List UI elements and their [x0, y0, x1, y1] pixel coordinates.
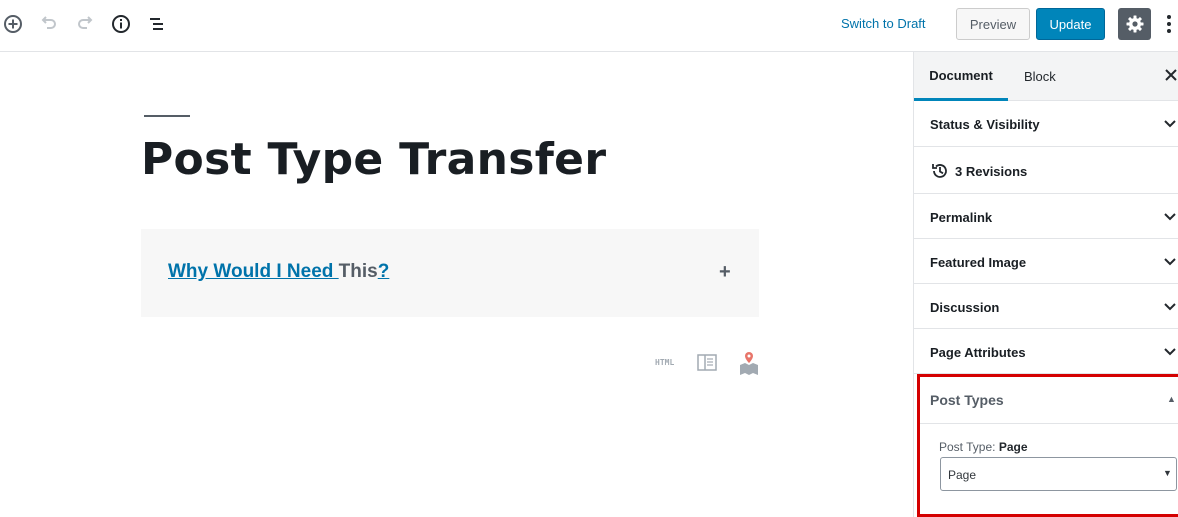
panel-revisions[interactable]: 3 Revisions — [914, 147, 1178, 194]
post-type-current: Page — [998, 440, 1028, 454]
accordion-title-link[interactable]: Why Would I Need — [168, 261, 339, 282]
book-icon[interactable] — [697, 354, 717, 372]
undo-icon[interactable] — [37, 12, 61, 36]
add-block-icon[interactable] — [1, 12, 25, 36]
close-icon[interactable] — [1165, 69, 1177, 81]
map-icon[interactable] — [738, 351, 760, 377]
panel-label: Featured Image — [930, 255, 1027, 270]
post-type-label: Post Type: Page — [939, 440, 1028, 454]
panel-label: 3 Revisions — [955, 164, 1028, 179]
history-icon — [932, 164, 947, 178]
panel-post-types: Post Types ▲ Post Type: Page Page ▼ — [917, 374, 1178, 517]
more-vertical-icon — [1167, 15, 1171, 33]
html-icon[interactable]: HTML — [655, 358, 674, 367]
panel-permalink[interactable]: Permalink — [914, 194, 1178, 239]
settings-button[interactable] — [1118, 8, 1151, 40]
post-type-select[interactable]: Page ▼ — [940, 457, 1177, 491]
redo-icon[interactable] — [73, 12, 97, 36]
post-type-select-value: Page — [948, 468, 977, 482]
panel-label: Page Attributes — [930, 345, 1026, 360]
accordion-toggle-icon[interactable]: + — [719, 261, 731, 284]
chevron-down-icon — [1164, 303, 1176, 311]
accordion-block[interactable]: Why Would I Need This? + — [141, 229, 759, 317]
chevron-down-icon — [1164, 120, 1176, 128]
chevron-down-icon — [1164, 348, 1176, 356]
tab-document[interactable]: Document — [914, 52, 1008, 101]
collapse-arrow-icon[interactable]: ▲ — [1167, 394, 1176, 404]
panel-label: Status & Visibility — [930, 117, 1040, 132]
post-title[interactable]: Post Type Transfer — [141, 134, 606, 185]
chevron-down-icon — [1164, 213, 1176, 221]
post-type-label-prefix: Post Type: — [939, 440, 999, 454]
more-menu-button[interactable] — [1160, 12, 1178, 36]
switch-to-draft-link[interactable]: Switch to Draft — [841, 16, 926, 31]
info-icon[interactable] — [109, 12, 133, 36]
panel-discussion[interactable]: Discussion — [914, 284, 1178, 329]
gear-icon — [1126, 15, 1143, 33]
sidebar-tabs: Document Block — [914, 52, 1178, 101]
preview-button[interactable]: Preview — [956, 8, 1030, 40]
panel-page-attributes[interactable]: Page Attributes — [914, 329, 1178, 374]
post-types-header[interactable]: Post Types ▲ — [920, 377, 1178, 424]
panel-featured-image[interactable]: Featured Image — [914, 239, 1178, 284]
panel-status-visibility[interactable]: Status & Visibility — [914, 101, 1178, 147]
post-types-title: Post Types — [930, 392, 1004, 408]
update-button[interactable]: Update — [1036, 8, 1105, 40]
accordion-title-text: This — [338, 261, 378, 282]
block-icons-row: HTML — [655, 351, 760, 377]
select-arrow-icon: ▼ — [1163, 468, 1172, 478]
settings-sidebar: Document Block Status & Visibility 3 Rev… — [913, 52, 1178, 517]
accordion-title-link-end[interactable]: ? — [378, 261, 390, 282]
panel-label: Permalink — [930, 210, 993, 225]
accordion-title[interactable]: Why Would I Need This? — [168, 261, 389, 283]
block-navigation-icon[interactable] — [145, 12, 169, 36]
editor-toolbar: Switch to Draft Preview Update — [0, 0, 1178, 52]
title-separator — [144, 115, 190, 117]
panel-label: Discussion — [930, 300, 1000, 315]
tab-block[interactable]: Block — [1024, 52, 1056, 101]
chevron-down-icon — [1164, 258, 1176, 266]
